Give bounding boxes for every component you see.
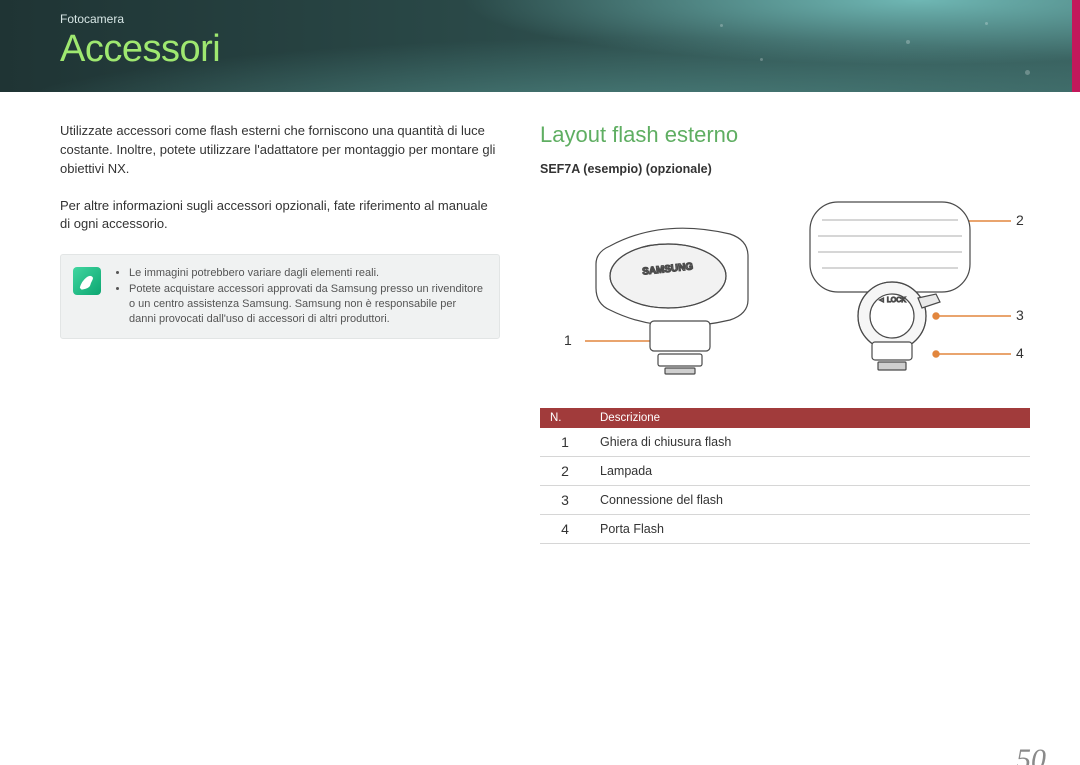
intro-paragraph-1: Utilizzate accessori come flash esterni … (60, 122, 500, 179)
cell-desc: Lampada (590, 457, 1030, 486)
callout-1: 1 (564, 332, 572, 348)
note-icon (73, 267, 101, 295)
table-head-n: N. (540, 408, 590, 428)
intro-paragraph-2: Per altre informazioni sugli accessori o… (60, 197, 500, 235)
left-column: Utilizzate accessori come flash esterni … (60, 122, 500, 765)
parts-table: N. Descrizione 1 Ghiera di chiusura flas… (540, 408, 1030, 544)
note-item: Le immagini potrebbero variare dagli ele… (129, 266, 485, 281)
note-box: Le immagini potrebbero variare dagli ele… (60, 254, 500, 338)
svg-text:◄ LOCK: ◄ LOCK (878, 297, 906, 304)
table-row: 3 Connessione del flash (540, 486, 1030, 515)
page-number: 50 (1016, 743, 1046, 765)
table-row: 2 Lampada (540, 457, 1030, 486)
cell-desc: Porta Flash (590, 515, 1030, 544)
cell-n: 1 (540, 428, 590, 457)
cell-desc: Connessione del flash (590, 486, 1030, 515)
page-title: Accessori (60, 28, 220, 71)
note-item: Potete acquistare accessori approvati da… (129, 282, 485, 327)
table-head-desc: Descrizione (590, 408, 1030, 428)
callout-3: 3 (1016, 307, 1024, 323)
callout-4: 4 (1016, 345, 1024, 361)
table-row: 1 Ghiera di chiusura flash (540, 428, 1030, 457)
right-column: Layout flash esterno SEF7A (esempio) (op… (540, 122, 1030, 765)
cell-n: 3 (540, 486, 590, 515)
section-subtitle: SEF7A (esempio) (opzionale) (540, 162, 1030, 176)
cell-n: 4 (540, 515, 590, 544)
table-row: 4 Porta Flash (540, 515, 1030, 544)
cell-n: 2 (540, 457, 590, 486)
page-header: Fotocamera Accessori (0, 0, 1080, 92)
flash-diagram: SAMSUNG (540, 186, 1030, 396)
callout-2: 2 (1016, 212, 1024, 228)
section-heading: Layout flash esterno (540, 122, 1030, 148)
chapter-label: Fotocamera (60, 12, 124, 26)
cell-desc: Ghiera di chiusura flash (590, 428, 1030, 457)
